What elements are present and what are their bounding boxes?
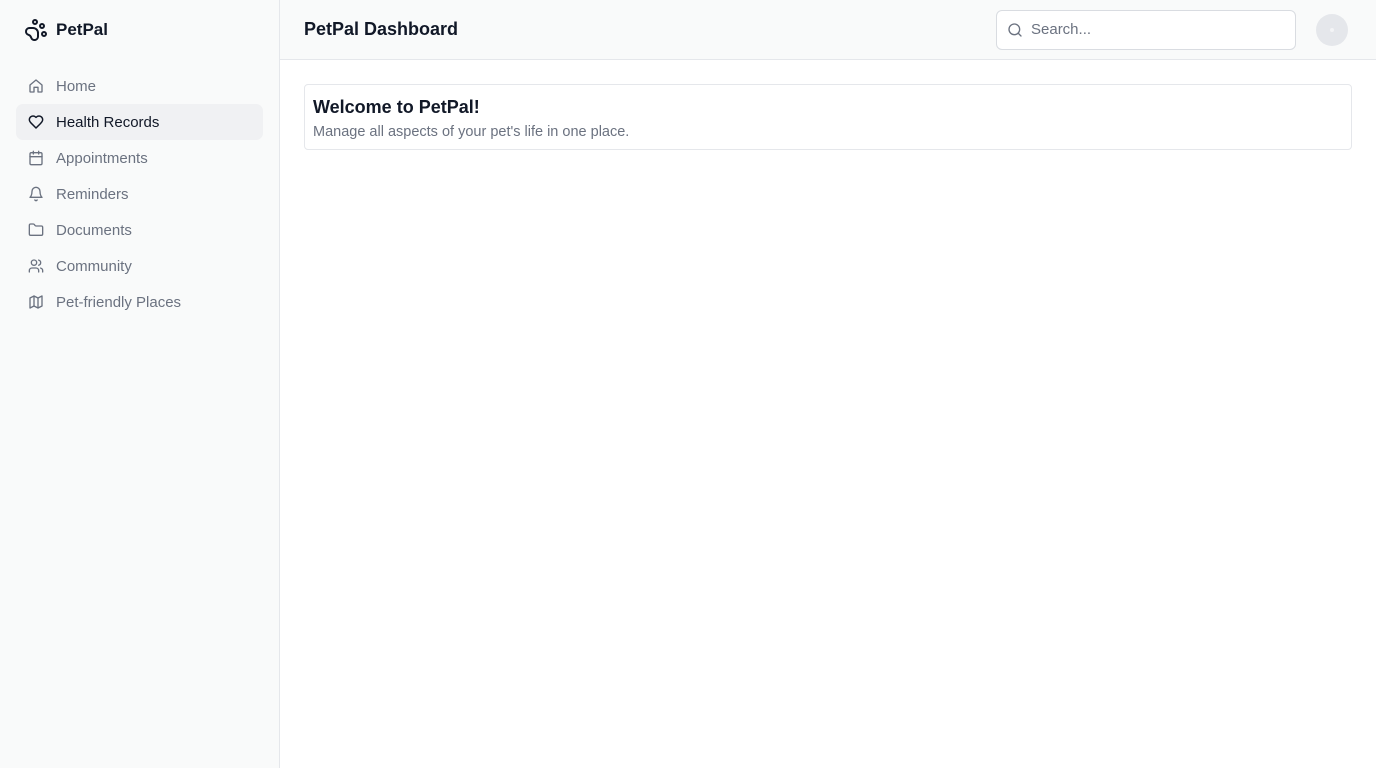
- sidebar-item-reminders[interactable]: Reminders: [16, 176, 263, 212]
- avatar[interactable]: [1316, 13, 1348, 46]
- welcome-text: Manage all aspects of your pet's life in…: [313, 124, 630, 140]
- app-shell: PetPal Home Health Records Appointments …: [0, 0, 1376, 768]
- sidebar-item-home[interactable]: Home: [16, 68, 263, 104]
- heart-icon: [28, 115, 44, 129]
- top-header: PetPal Dashboard: [280, 0, 1376, 60]
- bell-icon: [29, 186, 43, 202]
- home-icon: [29, 79, 43, 93]
- sidebar-item-pet-friendly-places[interactable]: Pet-friendly Places: [16, 284, 263, 320]
- sidebar-item-label: Reminders: [56, 185, 129, 203]
- sidebar-item-health-records[interactable]: Health Records: [16, 104, 263, 140]
- sidebar-item-label: Appointments: [56, 149, 148, 167]
- sidebar-item-label: Pet-friendly Places: [56, 293, 182, 311]
- welcome-title: Welcome to PetPal!: [313, 97, 480, 117]
- search-icon: [1008, 22, 1022, 37]
- sidebar-item-label: Community: [56, 257, 132, 275]
- sidebar-item-documents[interactable]: Documents: [16, 212, 263, 248]
- avatar-placeholder: [1330, 27, 1334, 32]
- search-box[interactable]: [996, 9, 1296, 50]
- paw-icon: [25, 19, 47, 41]
- folder-icon: [28, 223, 44, 236]
- search-input[interactable]: [1031, 21, 1295, 38]
- welcome-card: Welcome to PetPal! Manage all aspects of…: [304, 84, 1352, 150]
- main-area: PetPal Dashboard Welcome to PetPal! Mana…: [280, 0, 1376, 768]
- calendar-icon: [29, 150, 43, 166]
- map-icon: [29, 295, 43, 309]
- sidebar-item-appointments[interactable]: Appointments: [16, 140, 263, 176]
- content: Welcome to PetPal! Manage all aspects of…: [280, 60, 1376, 174]
- sidebar-nav: Home Health Records Appointments Reminde…: [16, 68, 263, 320]
- sidebar-item-label: Home: [56, 77, 97, 95]
- sidebar-item-label: Health Records: [56, 113, 160, 131]
- sidebar-item-community[interactable]: Community: [16, 248, 263, 284]
- sidebar: PetPal Home Health Records Appointments …: [0, 0, 280, 768]
- sidebar-item-label: Documents: [56, 221, 132, 239]
- brand[interactable]: PetPal: [16, 0, 263, 60]
- users-icon: [28, 259, 44, 273]
- brand-name: PetPal: [56, 20, 108, 39]
- page-title: PetPal Dashboard: [304, 19, 459, 39]
